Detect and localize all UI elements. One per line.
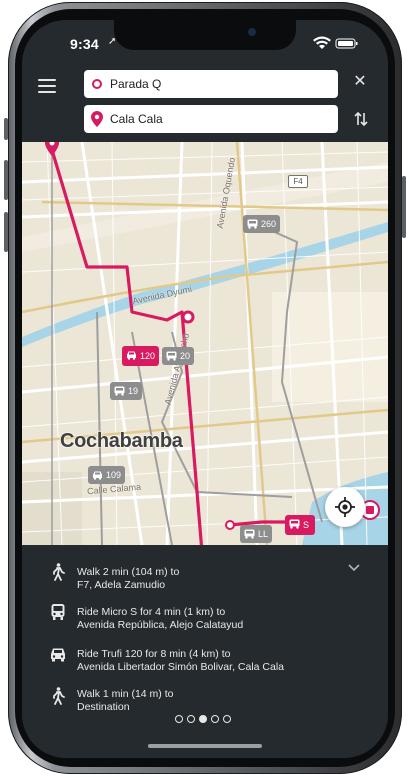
system-status-icons <box>313 36 358 49</box>
stop-badge-20[interactable]: 20 <box>162 347 195 365</box>
step-text: Ride Trufi 120 for 8 min (4 km) to Aveni… <box>77 648 284 674</box>
stop-badge-label: 19 <box>128 386 139 396</box>
bus-icon <box>244 529 255 539</box>
crosshair-icon <box>335 497 355 517</box>
map-view[interactable]: F4 Avenida Oquendo Avenida Dyumi Calle C… <box>22 142 388 545</box>
step-line-1: Ride Trufi 120 for 8 min (4 km) to <box>77 648 231 660</box>
page-indicator <box>175 710 235 723</box>
camera-icon <box>248 28 256 36</box>
page-dot[interactable] <box>175 715 183 723</box>
itinerary-step[interactable]: Ride Trufi 120 for 8 min (4 km) to Aveni… <box>22 638 388 678</box>
stop-badge-label: 120 <box>140 351 156 361</box>
destination-value: Cala Cala <box>110 112 163 126</box>
stop-badge-label: 260 <box>261 219 277 229</box>
step-text: Walk 2 min (104 m) to F7, Adela Zamudio <box>77 566 179 592</box>
side-button-volume-up <box>4 160 8 200</box>
bus-icon <box>51 604 65 620</box>
step-line-1: Walk 1 min (14 m) to <box>77 688 174 700</box>
step-line-2: Destination <box>77 701 130 713</box>
bus-icon <box>114 386 125 396</box>
step-line-2: F7, Adela Zamudio <box>77 579 166 591</box>
route-search-bar: Parada Q Cala Cala ✕ <box>22 60 388 142</box>
city-label: Cochabamba <box>60 430 183 452</box>
step-line-1: Ride Micro S for 4 min (1 km) to <box>77 606 226 618</box>
step-line-2: Avenida República, Alejo Calatayud <box>77 619 244 631</box>
page-dot-active[interactable] <box>199 715 207 723</box>
page-dot[interactable] <box>223 715 231 723</box>
step-line-1: Walk 2 min (104 m) to <box>77 566 180 578</box>
taxi-icon <box>51 648 65 662</box>
stop-badge-label: 20 <box>180 351 191 361</box>
stop-badge-260[interactable]: 260 <box>243 215 281 233</box>
home-indicator[interactable] <box>148 744 262 748</box>
origin-value: Parada Q <box>110 77 162 91</box>
itinerary-step[interactable]: Walk 2 min (104 m) to F7, Adela Zamudio <box>22 558 388 598</box>
page-dot[interactable] <box>211 715 219 723</box>
taxi-icon <box>93 471 102 480</box>
bus-icon <box>247 219 258 229</box>
bus-icon <box>289 519 300 529</box>
my-location-button[interactable] <box>325 487 365 527</box>
stop-badge-label: 109 <box>106 470 122 480</box>
itinerary-step[interactable]: Ride Micro S for 4 min (1 km) to Avenida… <box>22 598 388 638</box>
stop-badge-s[interactable]: S <box>285 515 316 535</box>
step-text: Walk 1 min (14 m) to Destination <box>77 688 173 714</box>
close-icon[interactable]: ✕ <box>352 74 368 90</box>
stop-badge-label: LL <box>258 529 269 539</box>
menu-icon[interactable] <box>38 79 56 93</box>
notch <box>114 20 296 50</box>
map-canvas <box>22 142 388 545</box>
walk-icon <box>53 563 65 581</box>
status-time: 9:34 <box>70 36 99 52</box>
walk-icon <box>53 687 65 705</box>
road-sign: F4 <box>288 175 308 188</box>
swap-icon[interactable] <box>354 111 368 127</box>
step-text: Ride Micro S for 4 min (1 km) to Avenida… <box>77 606 243 632</box>
stop-badge-label: S <box>303 520 310 530</box>
wifi-icon <box>313 36 331 49</box>
page-dot[interactable] <box>187 715 195 723</box>
bus-icon <box>166 351 177 361</box>
side-button-silent <box>4 118 8 140</box>
stop-badge-ll[interactable]: LL <box>240 525 273 543</box>
taxi-icon <box>127 351 136 360</box>
origin-field[interactable]: Parada Q <box>84 70 338 98</box>
side-button-volume-down <box>4 212 8 252</box>
stop-badge-120[interactable]: 120 <box>122 346 160 366</box>
stop-badge-19[interactable]: 19 <box>110 382 143 400</box>
itinerary-panel: Walk 2 min (104 m) to F7, Adela Zamudio … <box>22 545 388 758</box>
stop-badge-109[interactable]: 109 <box>88 466 126 484</box>
origin-dot-icon <box>92 79 102 89</box>
screen: 9:34 ➚ Parada Q Cala Cala ✕ F4 Avenida O… <box>22 20 388 758</box>
battery-icon <box>335 38 358 49</box>
side-button-power <box>402 176 406 238</box>
step-line-2: Avenida Libertador Simón Bolivar, Cala C… <box>77 661 285 673</box>
destination-pin-icon <box>91 111 103 127</box>
destination-field[interactable]: Cala Cala <box>84 105 338 133</box>
